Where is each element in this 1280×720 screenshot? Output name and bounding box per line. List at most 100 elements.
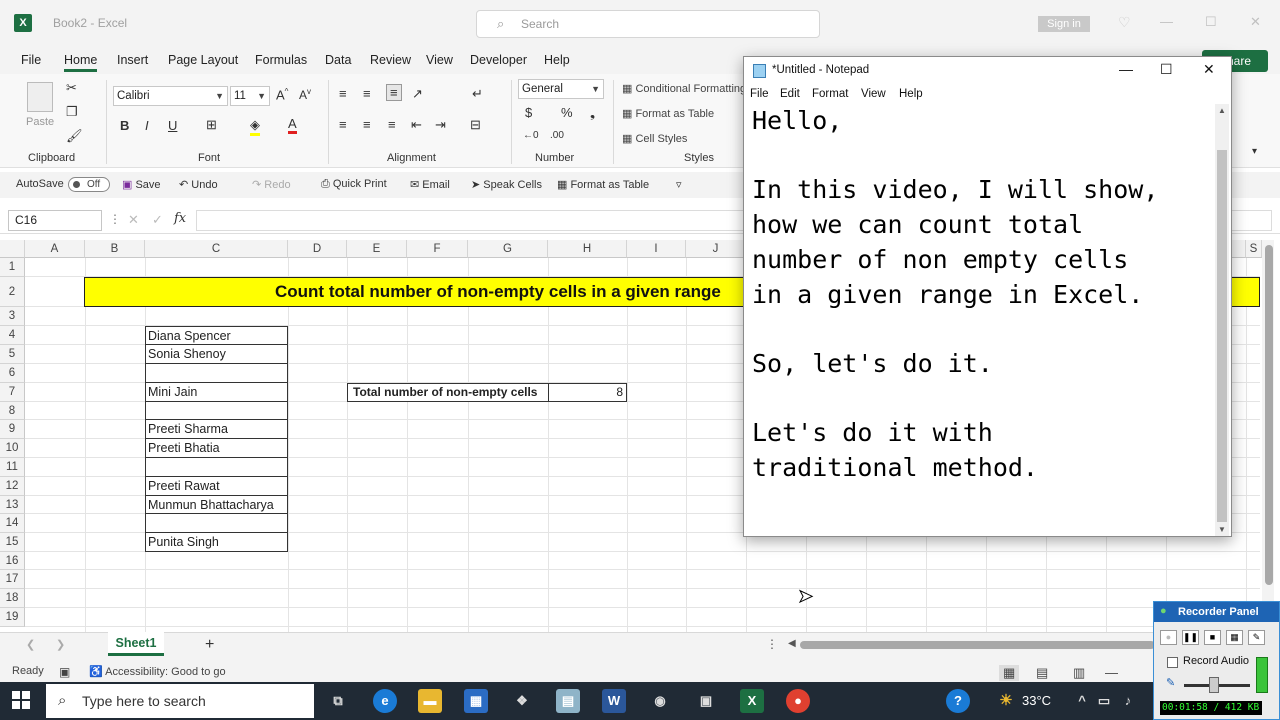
stop-icon[interactable]: ■ bbox=[1204, 630, 1221, 645]
borders-icon[interactable]: ⊞ bbox=[206, 117, 217, 133]
prev-sheet-icon[interactable]: ❮ bbox=[26, 638, 35, 651]
notepad-close-icon[interactable]: ✕ bbox=[1203, 61, 1215, 78]
scroll-left-icon[interactable]: ◀ bbox=[788, 638, 796, 649]
record-audio-checkbox[interactable] bbox=[1167, 657, 1178, 668]
format-painter-icon[interactable]: 🖌 bbox=[66, 128, 83, 144]
pause-icon[interactable]: ❚❚ bbox=[1182, 630, 1199, 645]
row-header[interactable]: 16 bbox=[0, 552, 25, 570]
align-right-icon[interactable]: ≡ bbox=[388, 117, 396, 132]
name-cell[interactable] bbox=[145, 364, 288, 383]
redo-button[interactable]: ↷ Redo bbox=[252, 178, 291, 191]
collapse-ribbon-icon[interactable]: ▾ bbox=[1252, 146, 1257, 157]
draw-icon[interactable]: ✎ bbox=[1248, 630, 1265, 645]
paste-icon[interactable] bbox=[27, 82, 53, 112]
currency-icon[interactable]: $ bbox=[525, 105, 532, 120]
column-header[interactable]: H bbox=[548, 240, 627, 258]
sheet-tab[interactable]: Sheet1 bbox=[108, 632, 164, 656]
row-header[interactable]: 10 bbox=[0, 439, 25, 458]
more-icon[interactable]: ⋮ bbox=[109, 212, 121, 226]
row-header[interactable]: 15 bbox=[0, 533, 25, 552]
notepad-menu-edit[interactable]: Edit bbox=[780, 88, 800, 100]
temperature[interactable]: 33°C bbox=[1022, 693, 1051, 708]
row-header[interactable]: 3 bbox=[0, 307, 25, 326]
row-header[interactable]: 6 bbox=[0, 364, 25, 383]
menu-review[interactable]: Review bbox=[370, 53, 411, 67]
italic-icon[interactable]: I bbox=[145, 118, 149, 133]
macro-record-icon[interactable]: ▣ bbox=[59, 665, 70, 679]
notepad-minimize-icon[interactable]: — bbox=[1119, 61, 1133, 77]
page-break-view-icon[interactable]: ▥ bbox=[1073, 665, 1085, 681]
network-tool-icon[interactable]: ▣ bbox=[694, 689, 718, 713]
record-icon[interactable]: ● bbox=[1160, 630, 1177, 645]
conditional-formatting-button[interactable]: ▦ Conditional Formatting bbox=[622, 82, 746, 95]
increase-font-icon[interactable]: A^ bbox=[276, 87, 288, 102]
wrap-text-icon[interactable]: ↵ bbox=[472, 86, 483, 102]
cancel-icon[interactable]: ✕ bbox=[128, 212, 139, 228]
notepad-text-area[interactable]: Hello, In this video, I will show, how w… bbox=[752, 104, 1214, 524]
qat-format-as-table-button[interactable]: ▦ Format as Table bbox=[557, 178, 649, 191]
windows-start-icon[interactable] bbox=[12, 691, 30, 709]
total-value-cell[interactable]: 8 bbox=[548, 383, 627, 402]
name-cell[interactable] bbox=[145, 458, 288, 477]
page-layout-view-icon[interactable]: ▤ bbox=[1036, 665, 1048, 681]
menu-developer[interactable]: Developer bbox=[470, 53, 527, 67]
zoom-out-icon[interactable]: — bbox=[1105, 665, 1118, 680]
merge-center-icon[interactable]: ⊟ bbox=[470, 117, 481, 133]
speak-cells-button[interactable]: ➤ Speak Cells bbox=[471, 178, 542, 191]
excel-taskbar-icon[interactable]: X bbox=[740, 689, 764, 713]
notepad-menu-help[interactable]: Help bbox=[899, 88, 923, 100]
column-header[interactable]: S bbox=[1246, 240, 1262, 258]
number-format-select[interactable]: General ▼ bbox=[518, 79, 604, 99]
name-cell[interactable]: Punita Singh bbox=[145, 533, 288, 552]
copy-icon[interactable]: ❐ bbox=[66, 104, 78, 120]
enter-icon[interactable]: ✓ bbox=[152, 212, 163, 228]
email-button[interactable]: ✉ Email bbox=[410, 178, 450, 191]
word-icon[interactable]: W bbox=[602, 689, 626, 713]
add-sheet-icon[interactable]: + bbox=[205, 636, 214, 654]
select-all-corner[interactable] bbox=[0, 240, 25, 258]
dropbox-icon[interactable]: ❖ bbox=[510, 689, 534, 713]
quick-print-button[interactable]: ⎙ Quick Print bbox=[321, 178, 387, 191]
row-header[interactable]: 17 bbox=[0, 570, 25, 589]
row-header[interactable]: 19 bbox=[0, 608, 25, 627]
name-cell[interactable] bbox=[145, 402, 288, 420]
row-header[interactable]: 4 bbox=[0, 326, 25, 345]
autosave-toggle[interactable]: Off bbox=[68, 177, 110, 192]
task-view-icon[interactable]: ⧉ bbox=[326, 689, 350, 713]
row-header[interactable]: 7 bbox=[0, 383, 25, 402]
accessibility-status[interactable]: ♿ Accessibility: Good to go bbox=[89, 665, 226, 678]
decrease-font-icon[interactable]: Av bbox=[299, 87, 311, 102]
cut-icon[interactable]: ✂ bbox=[66, 80, 77, 96]
fill-color-icon[interactable]: ◈ bbox=[250, 117, 260, 136]
menu-file[interactable]: File bbox=[21, 53, 41, 67]
name-cell[interactable]: Munmun Bhattacharya bbox=[145, 496, 288, 514]
name-cell[interactable]: Sonia Shenoy bbox=[145, 345, 288, 364]
notepad-scroll-up-icon[interactable]: ▲ bbox=[1218, 106, 1226, 115]
horizontal-scroll-thumb[interactable] bbox=[800, 641, 1155, 649]
menu-home[interactable]: Home bbox=[64, 53, 98, 72]
cell-styles-button[interactable]: ▦ Cell Styles bbox=[622, 132, 687, 145]
increase-indent-icon[interactable]: ⇥ bbox=[435, 117, 446, 133]
decrease-decimal-icon[interactable]: .00 bbox=[550, 130, 564, 141]
row-header[interactable]: 13 bbox=[0, 496, 25, 514]
row-header[interactable]: 12 bbox=[0, 477, 25, 496]
settings-icon[interactable]: ▦ bbox=[1226, 630, 1243, 645]
row-header[interactable]: 2 bbox=[0, 277, 25, 307]
vertical-scroll-thumb[interactable] bbox=[1265, 245, 1273, 585]
notepad-menu-file[interactable]: File bbox=[750, 88, 769, 100]
menu-page-layout[interactable]: Page Layout bbox=[168, 53, 238, 67]
percent-icon[interactable]: % bbox=[561, 105, 573, 120]
align-bottom-icon[interactable]: ≡ bbox=[386, 84, 402, 101]
align-left-icon[interactable]: ≡ bbox=[339, 117, 347, 132]
lightbulb-icon[interactable]: ♡ bbox=[1118, 14, 1131, 31]
name-cell[interactable]: Mini Jain bbox=[145, 383, 288, 402]
column-header[interactable]: C bbox=[145, 240, 288, 258]
row-header[interactable]: 14 bbox=[0, 514, 25, 533]
name-cell[interactable]: Preeti Sharma bbox=[145, 420, 288, 439]
name-cell[interactable]: Diana Spencer bbox=[145, 326, 288, 345]
minimize-icon[interactable]: — bbox=[1160, 14, 1173, 29]
align-top-icon[interactable]: ≡ bbox=[339, 86, 347, 101]
row-header[interactable]: 11 bbox=[0, 458, 25, 477]
save-button[interactable]: ▣ Save bbox=[122, 178, 161, 191]
menu-help[interactable]: Help bbox=[544, 53, 570, 67]
